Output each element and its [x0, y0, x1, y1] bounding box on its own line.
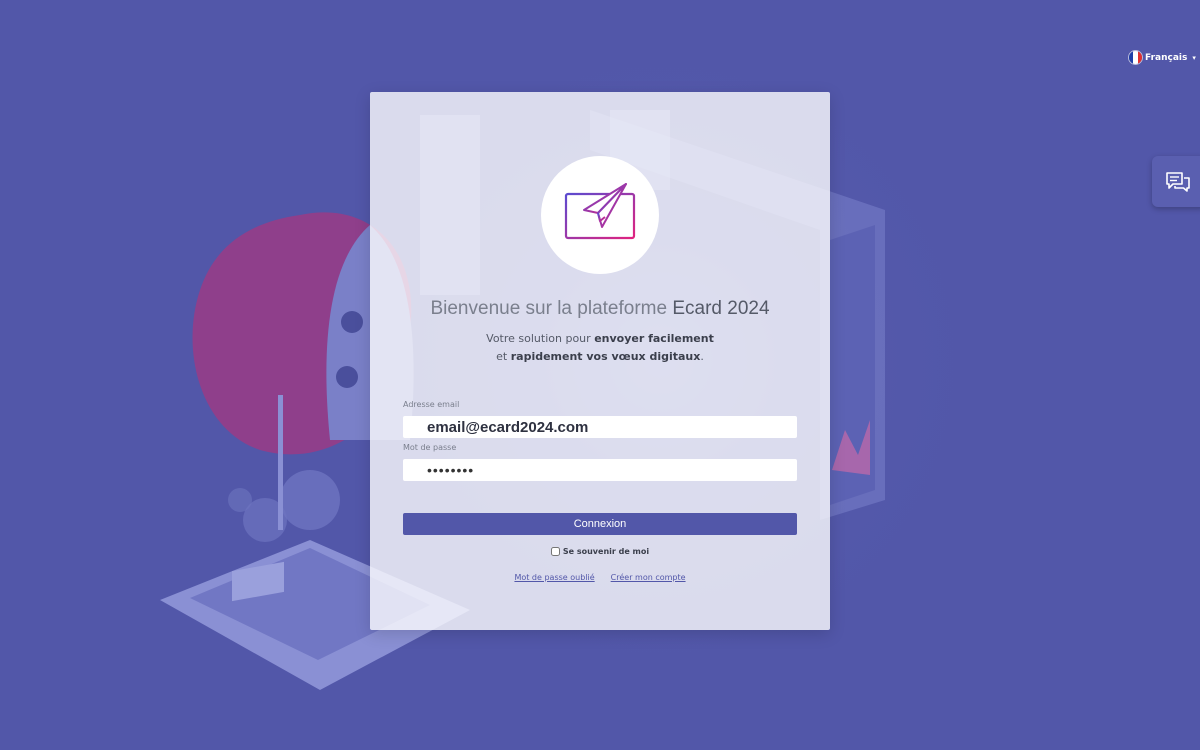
remember-me[interactable]: Se souvenir de moi: [370, 547, 830, 556]
tagline: Votre solution pour envoyer facilement e…: [370, 330, 830, 366]
password-label: Mot de passe: [403, 443, 457, 452]
tagline-bold1: envoyer facilement: [594, 332, 714, 345]
chat-button[interactable]: [1152, 156, 1200, 207]
login-card: Bienvenue sur la plateforme Ecard 2024 V…: [370, 92, 830, 630]
password-field[interactable]: [403, 459, 797, 481]
welcome-prefix: Bienvenue sur la plateforme: [430, 298, 673, 319]
create-account-link[interactable]: Créer mon compte: [611, 573, 686, 582]
brand-name: Ecard 2024: [672, 298, 770, 319]
caret-down-icon: ▾: [1192, 53, 1196, 62]
auth-links: Mot de passe oublié Créer mon compte: [370, 573, 830, 582]
french-flag-icon: [1129, 51, 1142, 64]
tagline-end: .: [700, 350, 704, 363]
logo: [541, 156, 659, 274]
remember-me-checkbox[interactable]: [550, 547, 560, 556]
forgot-password-link[interactable]: Mot de passe oublié: [514, 573, 594, 582]
welcome-title: Bienvenue sur la plateforme Ecard 2024: [370, 298, 830, 320]
language-selector[interactable]: Français ▾: [1129, 51, 1196, 64]
tagline-part1: Votre solution pour: [486, 332, 595, 345]
language-label: Français: [1145, 52, 1188, 63]
paper-plane-monitor-icon: [564, 183, 636, 247]
login-button[interactable]: Connexion: [403, 513, 797, 535]
remember-me-label: Se souvenir de moi: [562, 547, 650, 556]
email-label: Adresse email: [403, 400, 460, 409]
email-field[interactable]: [403, 416, 797, 438]
chat-bubbles-icon: [1166, 171, 1190, 192]
tagline-bold2: rapidement vos vœux digitaux: [510, 350, 701, 363]
tagline-part2: et: [496, 350, 511, 363]
